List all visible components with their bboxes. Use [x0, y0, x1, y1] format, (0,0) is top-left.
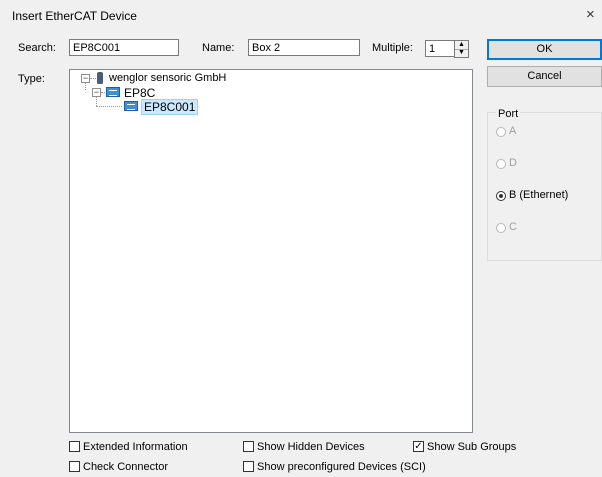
port-c-label: C	[509, 221, 517, 233]
extended-info-label: Extended Information	[83, 441, 188, 453]
device-icon	[124, 101, 138, 111]
tree-item-vendor[interactable]: wenglor sensoric GmbH	[109, 72, 226, 84]
port-b-label: B (Ethernet)	[509, 189, 569, 201]
hidden-devices-label: Show Hidden Devices	[257, 441, 365, 453]
type-label: Type:	[18, 73, 45, 85]
sub-groups-checkbox[interactable]: ✓	[413, 441, 424, 452]
multiple-input[interactable]: 1	[425, 40, 455, 57]
preconfigured-checkbox[interactable]	[243, 461, 254, 472]
ok-button[interactable]: OK	[487, 39, 602, 60]
device-tree[interactable]: − wenglor sensoric GmbH − EP8C EP8C001	[69, 69, 473, 433]
sub-groups-label: Show Sub Groups	[427, 441, 517, 453]
name-input[interactable]: Box 2	[248, 39, 360, 56]
port-a-label: A	[509, 125, 517, 137]
preconfigured-label: Show preconfigured Devices (SCI)	[257, 461, 426, 473]
port-d-label: D	[509, 157, 517, 169]
name-label: Name:	[202, 42, 235, 54]
device-group-icon	[106, 87, 120, 97]
extended-info-checkbox[interactable]	[69, 441, 80, 452]
tree-connector	[101, 92, 105, 93]
port-b-radio[interactable]	[496, 191, 506, 201]
search-label: Search:	[18, 42, 56, 54]
tree-connector	[96, 97, 97, 106]
check-connector-checkbox[interactable]	[69, 461, 80, 472]
check-connector-label: Check Connector	[83, 461, 168, 473]
stepper-down-icon[interactable]: ▼	[455, 49, 468, 57]
port-c-radio[interactable]	[496, 223, 506, 233]
port-d-radio[interactable]	[496, 159, 506, 169]
collapse-root-icon[interactable]: −	[81, 74, 90, 83]
dialog-title: Insert EtherCAT Device	[12, 9, 137, 23]
tree-item-ep8c[interactable]: EP8C	[124, 86, 155, 100]
tree-connector	[90, 78, 96, 79]
cancel-button[interactable]: Cancel	[487, 66, 602, 87]
vendor-icon	[97, 72, 103, 84]
tree-connector	[85, 83, 86, 90]
port-a-radio[interactable]	[496, 127, 506, 137]
tree-item-ep8c001[interactable]: EP8C001	[141, 99, 199, 115]
port-title: Port	[496, 108, 521, 120]
close-icon[interactable]: ×	[586, 6, 595, 23]
multiple-label: Multiple:	[372, 42, 413, 54]
tree-connector	[96, 106, 122, 107]
search-input[interactable]: EP8C001	[69, 39, 179, 56]
collapse-group-icon[interactable]: −	[92, 88, 101, 97]
hidden-devices-checkbox[interactable]	[243, 441, 254, 452]
multiple-stepper[interactable]: ▲ ▼	[454, 40, 469, 58]
